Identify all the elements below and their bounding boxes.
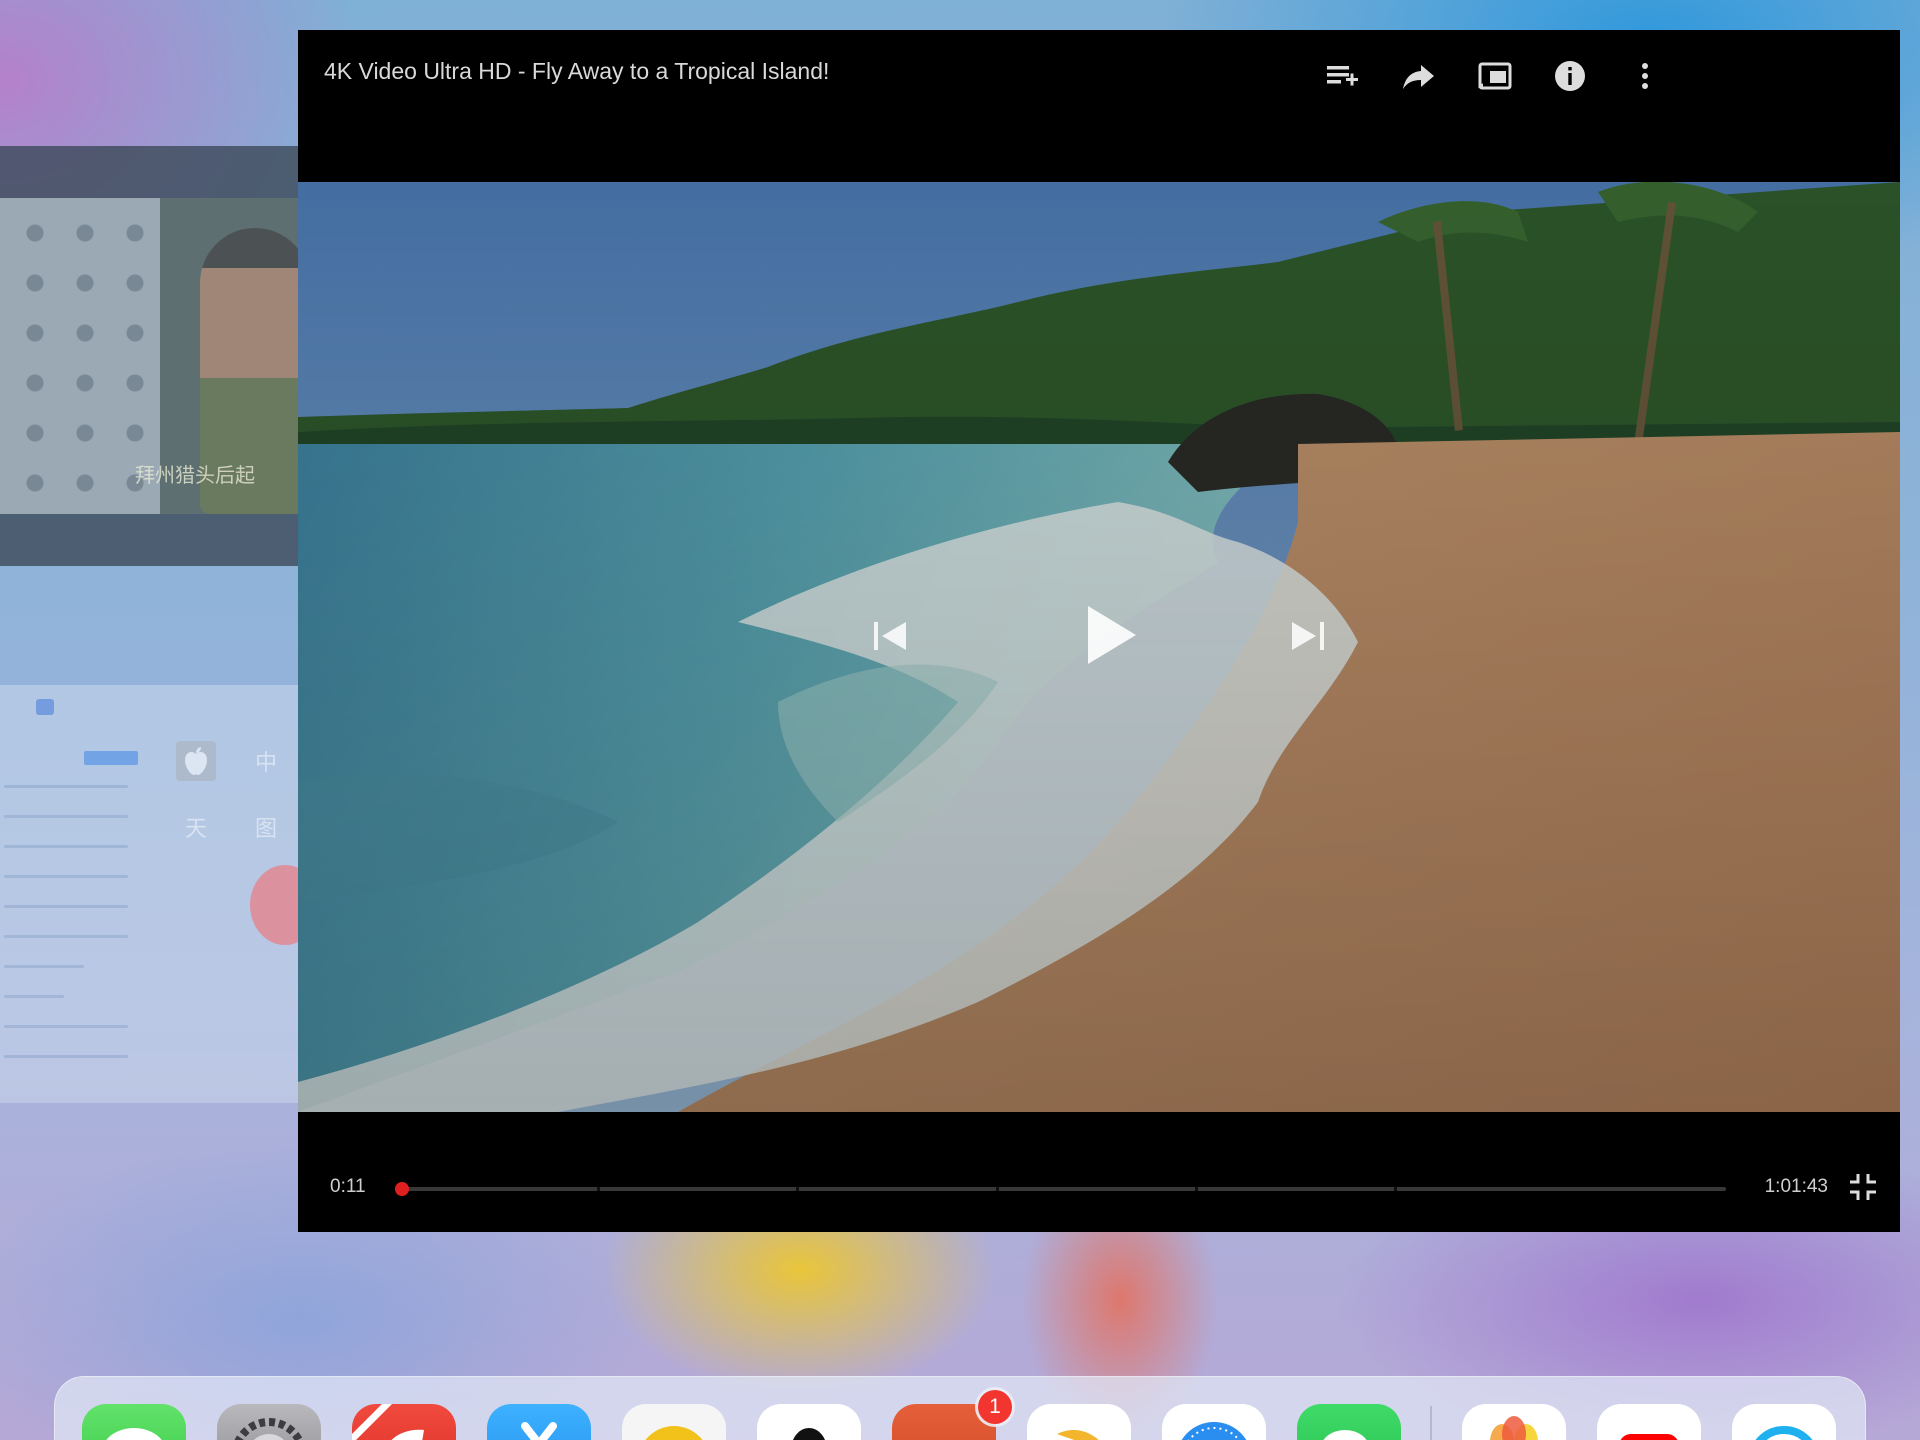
- add-to-queue-icon[interactable]: [1322, 56, 1362, 96]
- notification-badge: 1: [978, 1390, 1012, 1424]
- player-bottom-bar: [298, 1112, 1900, 1232]
- messages-app-icon[interactable]: [82, 1404, 186, 1440]
- play-icon[interactable]: [1078, 602, 1142, 668]
- video-title: 4K Video Ultra HD - Fly Away to a Tropic…: [324, 58, 830, 84]
- hd-app-icon[interactable]: [352, 1404, 456, 1440]
- tile-glyph-zhong: 中: [254, 750, 277, 775]
- video-frame[interactable]: [298, 182, 1900, 1112]
- apple-icon: [176, 741, 216, 781]
- tile-icon-tian: 天: [176, 807, 216, 847]
- background-video-frame: 拜州猎头后起: [0, 198, 298, 514]
- background-browser-logo-icon: [36, 699, 54, 715]
- tile-icon-tu: 图: [246, 807, 286, 847]
- background-video-subtitle: 拜州猎头后起: [135, 463, 255, 487]
- wechat-app-icon[interactable]: [1297, 1404, 1401, 1440]
- background-browser-text-column: [0, 725, 140, 1095]
- tile-glyph-tu: 图: [254, 816, 277, 841]
- background-video-app-footer: [0, 514, 298, 566]
- cast-icon[interactable]: [1475, 56, 1515, 96]
- more-vertical-icon[interactable]: [1625, 56, 1665, 96]
- chapter-marker: [796, 1187, 800, 1191]
- dock: 1: [54, 1376, 1866, 1440]
- settings-app-icon[interactable]: [217, 1404, 321, 1440]
- blue-app-icon[interactable]: [487, 1404, 591, 1440]
- background-browser-red-element: [250, 865, 298, 945]
- youtube-app-icon[interactable]: [1597, 1404, 1701, 1440]
- info-icon[interactable]: [1550, 56, 1590, 96]
- player-top-bar: [298, 30, 1900, 180]
- chapter-marker: [995, 1187, 999, 1191]
- progress-scrubber-handle[interactable]: [394, 1182, 409, 1196]
- progress-bar[interactable]: [394, 1182, 1726, 1196]
- total-duration: 1:01:43: [1764, 1176, 1828, 1197]
- dock-divider: [1430, 1406, 1432, 1440]
- bird-app-icon[interactable]: [1027, 1404, 1131, 1440]
- next-icon[interactable]: [1286, 614, 1330, 658]
- tile-icon-zhong: 中: [246, 741, 286, 781]
- tile-glyph-tian: 天: [184, 816, 207, 841]
- background-video-app-header: [0, 146, 298, 198]
- current-time: 0:11: [330, 1176, 366, 1197]
- previous-icon[interactable]: [868, 614, 912, 658]
- video-player-window[interactable]: 4K Video Ultra HD - Fly Away to a Tropic…: [298, 30, 1900, 1232]
- background-browser-app-window[interactable]: 中 天 图: [0, 685, 298, 1103]
- photos-app-icon[interactable]: [1462, 1404, 1566, 1440]
- qq-app-icon[interactable]: [757, 1404, 861, 1440]
- yellow-app-icon[interactable]: [622, 1404, 726, 1440]
- share-icon[interactable]: [1399, 56, 1439, 96]
- safari-app-icon[interactable]: [1162, 1404, 1266, 1440]
- chapter-marker: [597, 1187, 601, 1191]
- exit-fullscreen-icon[interactable]: [1846, 1170, 1880, 1204]
- ipad-screen: 拜州猎头后起 中 天 图 4K Video Ultra HD - Fly Awa…: [0, 0, 1920, 1440]
- cyan-app-icon[interactable]: [1732, 1404, 1836, 1440]
- chapter-marker: [1194, 1187, 1198, 1191]
- background-video-app-window[interactable]: 拜州猎头后起: [0, 146, 298, 566]
- chapter-marker: [1394, 1187, 1397, 1191]
